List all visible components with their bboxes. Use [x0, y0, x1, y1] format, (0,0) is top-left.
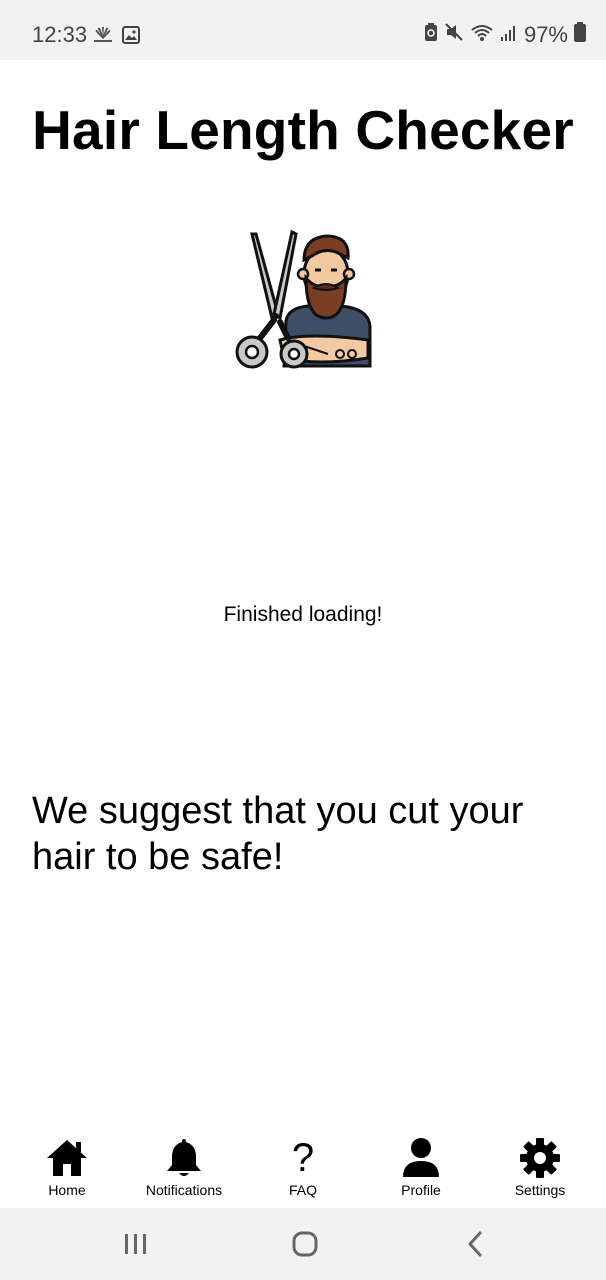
nav-item-notifications[interactable]: Notifications: [129, 1124, 239, 1208]
nbc-icon: [92, 27, 114, 48]
battery-percent: 97%: [523, 22, 568, 47]
bottom-nav: Home Notifications ? FAQ Profile Setting…: [0, 1124, 606, 1208]
home-circle-icon[interactable]: [275, 1226, 335, 1262]
barber-scissors-icon: [228, 226, 378, 376]
loading-status: Finished loading!: [223, 603, 383, 626]
nav-item-settings[interactable]: Settings: [485, 1124, 595, 1208]
nav-item-home[interactable]: Home: [12, 1124, 122, 1208]
home-icon: [45, 1136, 89, 1180]
question-icon: ?: [291, 1136, 315, 1180]
nav-label-home: Home: [48, 1182, 86, 1198]
bell-icon: [162, 1136, 206, 1180]
nav-label-faq: FAQ: [288, 1182, 317, 1198]
battery-icon: [574, 22, 586, 48]
person-icon: [399, 1136, 443, 1180]
page-title: Hair Length Checker: [32, 99, 574, 161]
nav-label-profile: Profile: [401, 1182, 441, 1198]
suggestion-message: We suggest that you cut your hair to be …: [32, 790, 524, 878]
status-right-icons: 97%: [424, 22, 586, 48]
system-nav-bar: [0, 1208, 606, 1280]
nav-label-settings: Settings: [514, 1182, 566, 1198]
nav-item-profile[interactable]: Profile: [366, 1124, 476, 1208]
signal-icon: [500, 22, 518, 48]
nav-item-faq[interactable]: ? FAQ: [248, 1124, 358, 1208]
gear-icon: [518, 1136, 562, 1180]
back-icon[interactable]: [445, 1226, 505, 1262]
status-time: 12:33: [32, 22, 88, 47]
nav-label-notifications: Notifications: [145, 1182, 223, 1198]
recents-icon[interactable]: [106, 1226, 166, 1262]
battery-saver-icon: [424, 22, 438, 48]
mute-icon: [444, 22, 464, 48]
status-left-icons: [92, 26, 140, 49]
status-bar: 12:33 97%: [0, 0, 606, 60]
gallery-icon: [122, 26, 140, 49]
wifi-icon: [470, 22, 494, 48]
